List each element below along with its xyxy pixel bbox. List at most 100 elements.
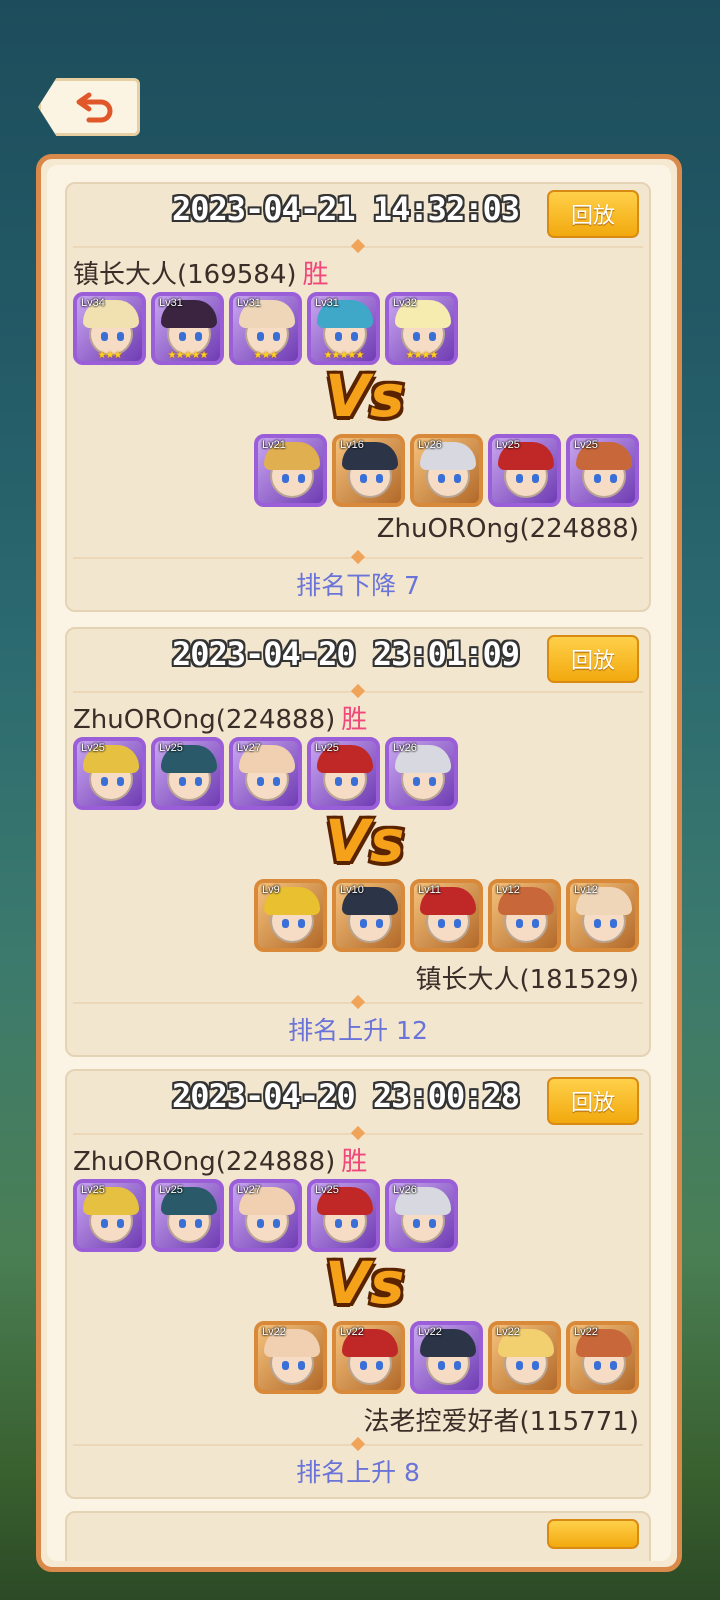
hero-eye [438,919,445,928]
hero-eye [282,919,289,928]
battle-record-panel: 2023-04-21 14:32:03 回放 镇长大人(169584) 胜 Lv3… [36,154,682,1572]
hero-level: Lv22 [340,1326,364,1338]
hero-level: Lv26 [393,1184,417,1196]
hero-portrait[interactable]: Lv26 [385,1179,458,1252]
hero-portrait[interactable]: Lv27 [229,737,302,810]
hero-eye [438,474,445,483]
hero-portrait[interactable]: Lv25 [151,1179,224,1252]
hero-eye [429,332,436,341]
hero-portrait[interactable]: Lv31 ★★★★★ [307,292,380,365]
hero-portrait[interactable]: Lv32 ★★★★ [385,292,458,365]
player2-name: 镇长大人(181529) [415,965,639,995]
hero-eye [360,1361,367,1370]
hero-level: Lv25 [159,1184,183,1196]
hero-eye [117,332,124,341]
player1-name: 镇长大人(169584) [73,260,297,290]
hero-eye [195,332,202,341]
player1-name: ZhuOROng(224888) [73,705,336,735]
rank-change: 排名上升 12 [288,1016,428,1045]
hero-portrait[interactable]: Lv11 [410,879,483,952]
replay-button[interactable]: 回放 [547,635,639,683]
battle-time: 2023-04-20 23:01:09 [171,635,520,673]
hero-level: Lv25 [81,1184,105,1196]
diamond-ornament [350,683,366,699]
battle-record-list[interactable]: 2023-04-21 14:32:03 回放 镇长大人(169584) 胜 Lv3… [47,165,671,1561]
battle-card: 2023-04-20 23:01:09 回放 ZhuOROng(224888) 胜… [65,627,651,1057]
hero-level: Lv21 [262,439,286,451]
hero-eye [594,474,601,483]
hero-portrait[interactable]: Lv21 [254,434,327,507]
replay-button[interactable]: 回放 [547,1077,639,1125]
hero-eye [273,332,280,341]
hero-portrait[interactable]: Lv22 [332,1321,405,1394]
hero-eye [257,1219,264,1228]
team2: Lv22 Lv22 Lv22 Lv22 Lv22 [254,1321,639,1394]
star-rating: ★★★★★ [323,350,365,361]
hero-portrait[interactable]: Lv31 ★★★★★ [151,292,224,365]
rank-change: 排名上升 8 [296,1458,420,1487]
hero-level: Lv11 [418,884,442,896]
player2-name: ZhuOROng(224888) [376,514,639,544]
player1-name-row: ZhuOROng(224888) 胜 [73,699,367,736]
replay-button[interactable]: 回放 [547,190,639,238]
hero-portrait[interactable]: Lv22 [410,1321,483,1394]
win-label: 胜 [341,1147,368,1177]
hero-eye [298,1361,305,1370]
hero-portrait[interactable]: Lv16 [332,434,405,507]
hero-portrait[interactable]: Lv22 [254,1321,327,1394]
hero-portrait[interactable]: Lv10 [332,879,405,952]
hero-portrait[interactable]: Lv25 [151,737,224,810]
hero-level: Lv25 [315,1184,339,1196]
vs-label: Vs [325,1249,405,1317]
player1-name-row: ZhuOROng(224888) 胜 [73,1141,367,1178]
hero-level: Lv22 [496,1326,520,1338]
hero-eye [351,1219,358,1228]
team2: Lv21 Lv16 Lv26 Lv25 Lv25 [254,434,639,507]
hero-portrait[interactable]: Lv9 [254,879,327,952]
hero-level: Lv12 [574,884,598,896]
hero-eye [282,1361,289,1370]
hero-eye [101,1219,108,1228]
back-button[interactable] [38,78,140,136]
hero-level: Lv26 [393,742,417,754]
hero-level: Lv22 [418,1326,442,1338]
hero-eye [429,777,436,786]
hero-portrait[interactable]: Lv22 [566,1321,639,1394]
hero-portrait[interactable]: Lv34 ★★★ [73,292,146,365]
hero-portrait[interactable]: Lv31 ★★★ [229,292,302,365]
hero-portrait[interactable]: Lv12 [488,879,561,952]
player1-name: ZhuOROng(224888) [73,1147,336,1177]
hero-portrait[interactable]: Lv12 [566,879,639,952]
vs-label: Vs [325,362,405,430]
diamond-ornament [350,238,366,254]
hero-eye [101,777,108,786]
hero-eye [376,1361,383,1370]
hero-portrait[interactable]: Lv25 [307,737,380,810]
hero-portrait[interactable]: Lv26 [410,434,483,507]
team1: Lv34 ★★★ Lv31 ★★★★★ Lv31 ★★★ Lv31 ★★★★★ Lv32 ★★★★ [73,292,458,365]
hero-level: Lv22 [574,1326,598,1338]
hero-portrait[interactable]: Lv25 [73,737,146,810]
hero-portrait[interactable]: Lv26 [385,737,458,810]
hero-portrait[interactable]: Lv27 [229,1179,302,1252]
hero-eye [335,777,342,786]
hero-level: Lv12 [496,884,520,896]
hero-portrait[interactable]: Lv25 [566,434,639,507]
hero-level: Lv26 [418,439,442,451]
hero-portrait[interactable]: Lv25 [73,1179,146,1252]
hero-eye [179,332,186,341]
hero-level: Lv25 [159,742,183,754]
hero-level: Lv10 [340,884,364,896]
win-label: 胜 [341,705,368,735]
battle-time: 2023-04-21 14:32:03 [171,190,520,228]
hero-level: Lv9 [262,884,280,896]
hero-portrait[interactable]: Lv25 [488,434,561,507]
team2: Lv9 Lv10 Lv11 Lv12 Lv12 [254,879,639,952]
hero-portrait[interactable]: Lv22 [488,1321,561,1394]
hero-eye [179,777,186,786]
hero-portrait[interactable]: Lv25 [307,1179,380,1252]
hero-level: Lv16 [340,439,364,451]
hero-eye [594,1361,601,1370]
replay-button-partial[interactable] [547,1519,639,1549]
hero-eye [195,1219,202,1228]
